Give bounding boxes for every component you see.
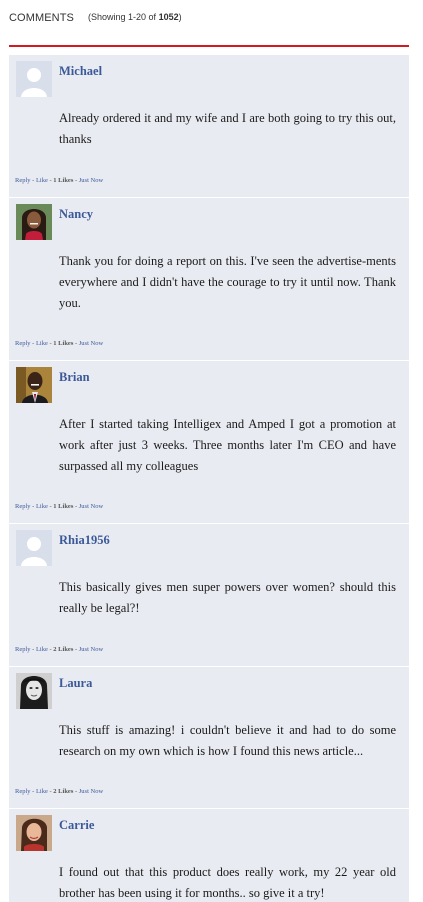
likes-count: 1 Likes bbox=[53, 340, 74, 347]
reply-link[interactable]: Reply bbox=[15, 340, 31, 347]
comment-text: Already ordered it and my wife and I are… bbox=[59, 111, 396, 146]
comment-author[interactable]: Nancy bbox=[59, 207, 93, 222]
like-link[interactable]: Like bbox=[36, 788, 48, 795]
timestamp-link[interactable]: Just Now bbox=[79, 340, 103, 347]
like-link[interactable]: Like bbox=[36, 177, 48, 184]
comments-header: COMMENTS (Showing 1-20 of 1052) bbox=[9, 9, 409, 47]
comment-text: This stuff is amazing! i couldn't believ… bbox=[59, 723, 396, 758]
avatar[interactable] bbox=[16, 815, 52, 851]
default-avatar-icon[interactable] bbox=[16, 61, 52, 97]
likes-count: 2 Likes bbox=[53, 788, 74, 795]
comment-item: Carrie I found out that this product does… bbox=[9, 809, 409, 902]
likes-count: 1 Likes bbox=[53, 503, 74, 510]
comment-text: I found out that this product does reall… bbox=[59, 865, 396, 900]
avatar[interactable] bbox=[16, 204, 52, 240]
comments-list: Michael Already ordered it and my wife an… bbox=[9, 55, 409, 902]
comment-item: Nancy Thank you for doing a report on thi… bbox=[9, 198, 409, 361]
comments-total: 1052 bbox=[158, 12, 179, 22]
comments-count: (Showing 1-20 of 1052) bbox=[88, 12, 182, 22]
reply-link[interactable]: Reply bbox=[15, 646, 31, 653]
comment-text: Thank you for doing a report on this. I'… bbox=[59, 254, 396, 310]
comment-item: Rhia1956 This basically gives men super p… bbox=[9, 524, 409, 667]
comment-item: Brian After I started taking Intelligex a… bbox=[9, 361, 409, 524]
likes-count: 2 Likes bbox=[53, 646, 74, 653]
like-link[interactable]: Like bbox=[36, 646, 48, 653]
likes-count: 1 Likes bbox=[53, 177, 74, 184]
reply-link[interactable]: Reply bbox=[15, 503, 31, 510]
timestamp-link[interactable]: Just Now bbox=[79, 788, 103, 795]
comment-actions: Reply - Like - 2 Likes - Just Now bbox=[15, 646, 103, 653]
comment-actions: Reply - Like - 2 Likes - Just Now bbox=[15, 788, 103, 795]
comment-text: This basically gives men super powers ov… bbox=[59, 580, 396, 615]
avatar[interactable] bbox=[16, 367, 52, 403]
comment-author[interactable]: Rhia1956 bbox=[59, 533, 110, 548]
comment-item: Laura This stuff is amazing! i couldn't b… bbox=[9, 667, 409, 809]
comment-author[interactable]: Carrie bbox=[59, 818, 94, 833]
reply-link[interactable]: Reply bbox=[15, 788, 31, 795]
timestamp-link[interactable]: Just Now bbox=[79, 177, 103, 184]
comment-actions: Reply - Like - 1 Likes - Just Now bbox=[15, 340, 103, 347]
comment-actions: Reply - Like - 1 Likes - Just Now bbox=[15, 503, 103, 510]
comment-actions: Reply - Like - 1 Likes - Just Now bbox=[15, 177, 103, 184]
like-link[interactable]: Like bbox=[36, 340, 48, 347]
comment-author[interactable]: Laura bbox=[59, 676, 92, 691]
comments-title: COMMENTS bbox=[9, 12, 74, 24]
avatar[interactable] bbox=[16, 673, 52, 709]
comment-item: Michael Already ordered it and my wife an… bbox=[9, 55, 409, 198]
timestamp-link[interactable]: Just Now bbox=[79, 503, 103, 510]
reply-link[interactable]: Reply bbox=[15, 177, 31, 184]
comment-author[interactable]: Brian bbox=[59, 370, 90, 385]
comment-text: After I started taking Intelligex and Am… bbox=[59, 417, 396, 473]
comment-author[interactable]: Michael bbox=[59, 64, 102, 79]
timestamp-link[interactable]: Just Now bbox=[79, 646, 103, 653]
default-avatar-icon[interactable] bbox=[16, 530, 52, 566]
like-link[interactable]: Like bbox=[36, 503, 48, 510]
